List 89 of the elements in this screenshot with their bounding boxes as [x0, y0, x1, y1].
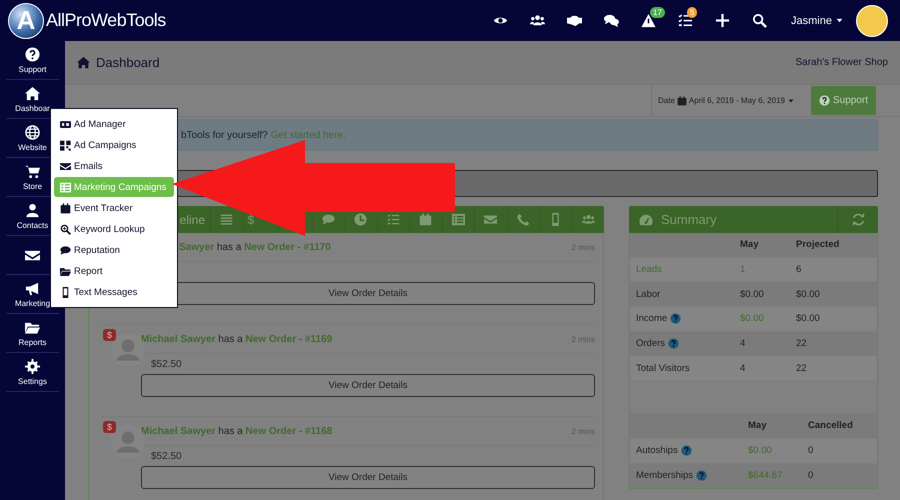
table-cell-text: $0.00 — [796, 288, 821, 300]
menu-item[interactable]: Reputation — [54, 240, 174, 260]
megaphone-icon[interactable] — [25, 280, 40, 296]
user-icon[interactable] — [25, 202, 40, 218]
view-order-button[interactable]: View Order Details — [141, 374, 595, 397]
plus-icon[interactable] — [715, 13, 730, 28]
shop-name: Sarah's Flower Shop — [795, 57, 888, 68]
calendar-icon — [676, 96, 687, 106]
sidebar-item[interactable]: Reports — [18, 338, 46, 346]
sidebar-item[interactable]: Support — [18, 64, 47, 74]
menu-item[interactable]: Emails — [54, 156, 174, 176]
menu-item[interactable]: Keyword Lookup — [54, 219, 174, 239]
dollar-badge: $ — [103, 421, 116, 433]
home-icon — [77, 56, 90, 69]
settings-icon[interactable] — [25, 358, 40, 374]
order-amount: $52.50 — [151, 450, 182, 462]
entry-text: Michael Sawyer has a New Order - #1169 — [141, 334, 332, 344]
row-label: Income — [636, 313, 668, 324]
home-icon[interactable] — [25, 86, 40, 100]
sidebar-item[interactable]: Store — [22, 182, 42, 190]
table-cell-text: 6 — [796, 264, 802, 276]
chat-icon[interactable] — [604, 13, 620, 28]
column-header: May — [748, 420, 768, 432]
table-cell-text: 4 — [740, 362, 746, 374]
dollar-badge: $ — [103, 329, 116, 341]
folder-icon — [60, 266, 71, 276]
entry-text: Sawyer has a New Order - #1170 — [179, 242, 331, 252]
table-cell-text: 0 — [808, 445, 814, 456]
menu-item[interactable]: Ad Manager — [54, 114, 174, 134]
sidebar-item[interactable]: Settings — [18, 376, 47, 386]
table-cell-text: $0.00 — [796, 313, 821, 324]
logo-icon: A — [8, 2, 44, 38]
search-icon[interactable] — [752, 13, 768, 28]
column-header: Projected — [796, 239, 840, 250]
zoom-in-icon — [60, 224, 71, 234]
count-badge: 5 — [687, 7, 698, 18]
ad-icon — [60, 118, 71, 130]
help-icon — [818, 95, 830, 106]
page-title: Dashboard — [96, 55, 160, 70]
menu-item[interactable]: Event Tracker — [54, 198, 174, 218]
row-label: Autoships — [636, 445, 678, 456]
date-label: Date — [658, 96, 675, 105]
brand-name: AllProWebTools — [46, 10, 166, 31]
order-amount: $52.50 — [151, 358, 182, 370]
row-label: Memberships — [636, 470, 694, 481]
alert-text: bTools for yourself? — [181, 130, 268, 140]
sidebar-item[interactable]: Website — [18, 142, 47, 152]
column-header: May — [740, 239, 760, 250]
calendar-icon — [60, 202, 71, 214]
table-icon — [60, 182, 71, 192]
count-badge: 17 — [650, 7, 665, 18]
caret-icon — [835, 16, 844, 25]
globe-icon[interactable] — [25, 124, 40, 140]
help-icon[interactable] — [25, 46, 40, 62]
table-cell-text: 0 — [808, 470, 814, 481]
help-icon — [696, 470, 708, 481]
panel-title: eline — [180, 212, 205, 226]
help-icon — [680, 445, 692, 456]
avatar-icon[interactable] — [856, 4, 888, 36]
cart-icon[interactable] — [25, 164, 40, 178]
grid-icon — [60, 140, 71, 150]
date-range[interactable]: April 6, 2019 - May 6, 2019 — [688, 96, 785, 105]
entry-text: Michael Sawyer has a New Order - #1168 — [141, 426, 332, 436]
panel-title: Summary — [661, 212, 717, 227]
envelope-icon — [60, 160, 71, 172]
mobile-icon — [60, 286, 71, 298]
table-cell-text: $0.00 — [740, 288, 765, 300]
sidebar-item[interactable]: Marketing — [14, 298, 50, 308]
gauge-icon — [639, 212, 653, 226]
warning-icon[interactable] — [641, 13, 656, 28]
table-cell-text: 22 — [796, 338, 808, 350]
menu-item[interactable]: Ad Campaigns — [54, 135, 174, 155]
sidebar-item[interactable]: Contacts — [16, 220, 48, 230]
view-order-button[interactable]: View Order Details — [141, 466, 595, 489]
table-cell-text: 4 — [740, 338, 746, 350]
help-icon — [670, 313, 682, 324]
checklist-icon[interactable] — [386, 213, 400, 226]
column-header: Cancelled — [808, 420, 854, 432]
caret-icon — [786, 96, 795, 104]
table-cell-text: 22 — [796, 362, 808, 374]
sidebar-item[interactable]: Dashboar — [15, 104, 50, 112]
menu-item[interactable]: Report — [54, 261, 174, 281]
row-label: Total Visitors — [636, 362, 690, 374]
user-menu[interactable]: Jasmine — [791, 14, 832, 26]
users-icon[interactable] — [530, 13, 546, 28]
row-label: Labor — [636, 288, 660, 300]
row-label: Orders — [636, 338, 666, 350]
speech-bubble-icon — [60, 244, 71, 256]
help-icon — [668, 338, 680, 350]
